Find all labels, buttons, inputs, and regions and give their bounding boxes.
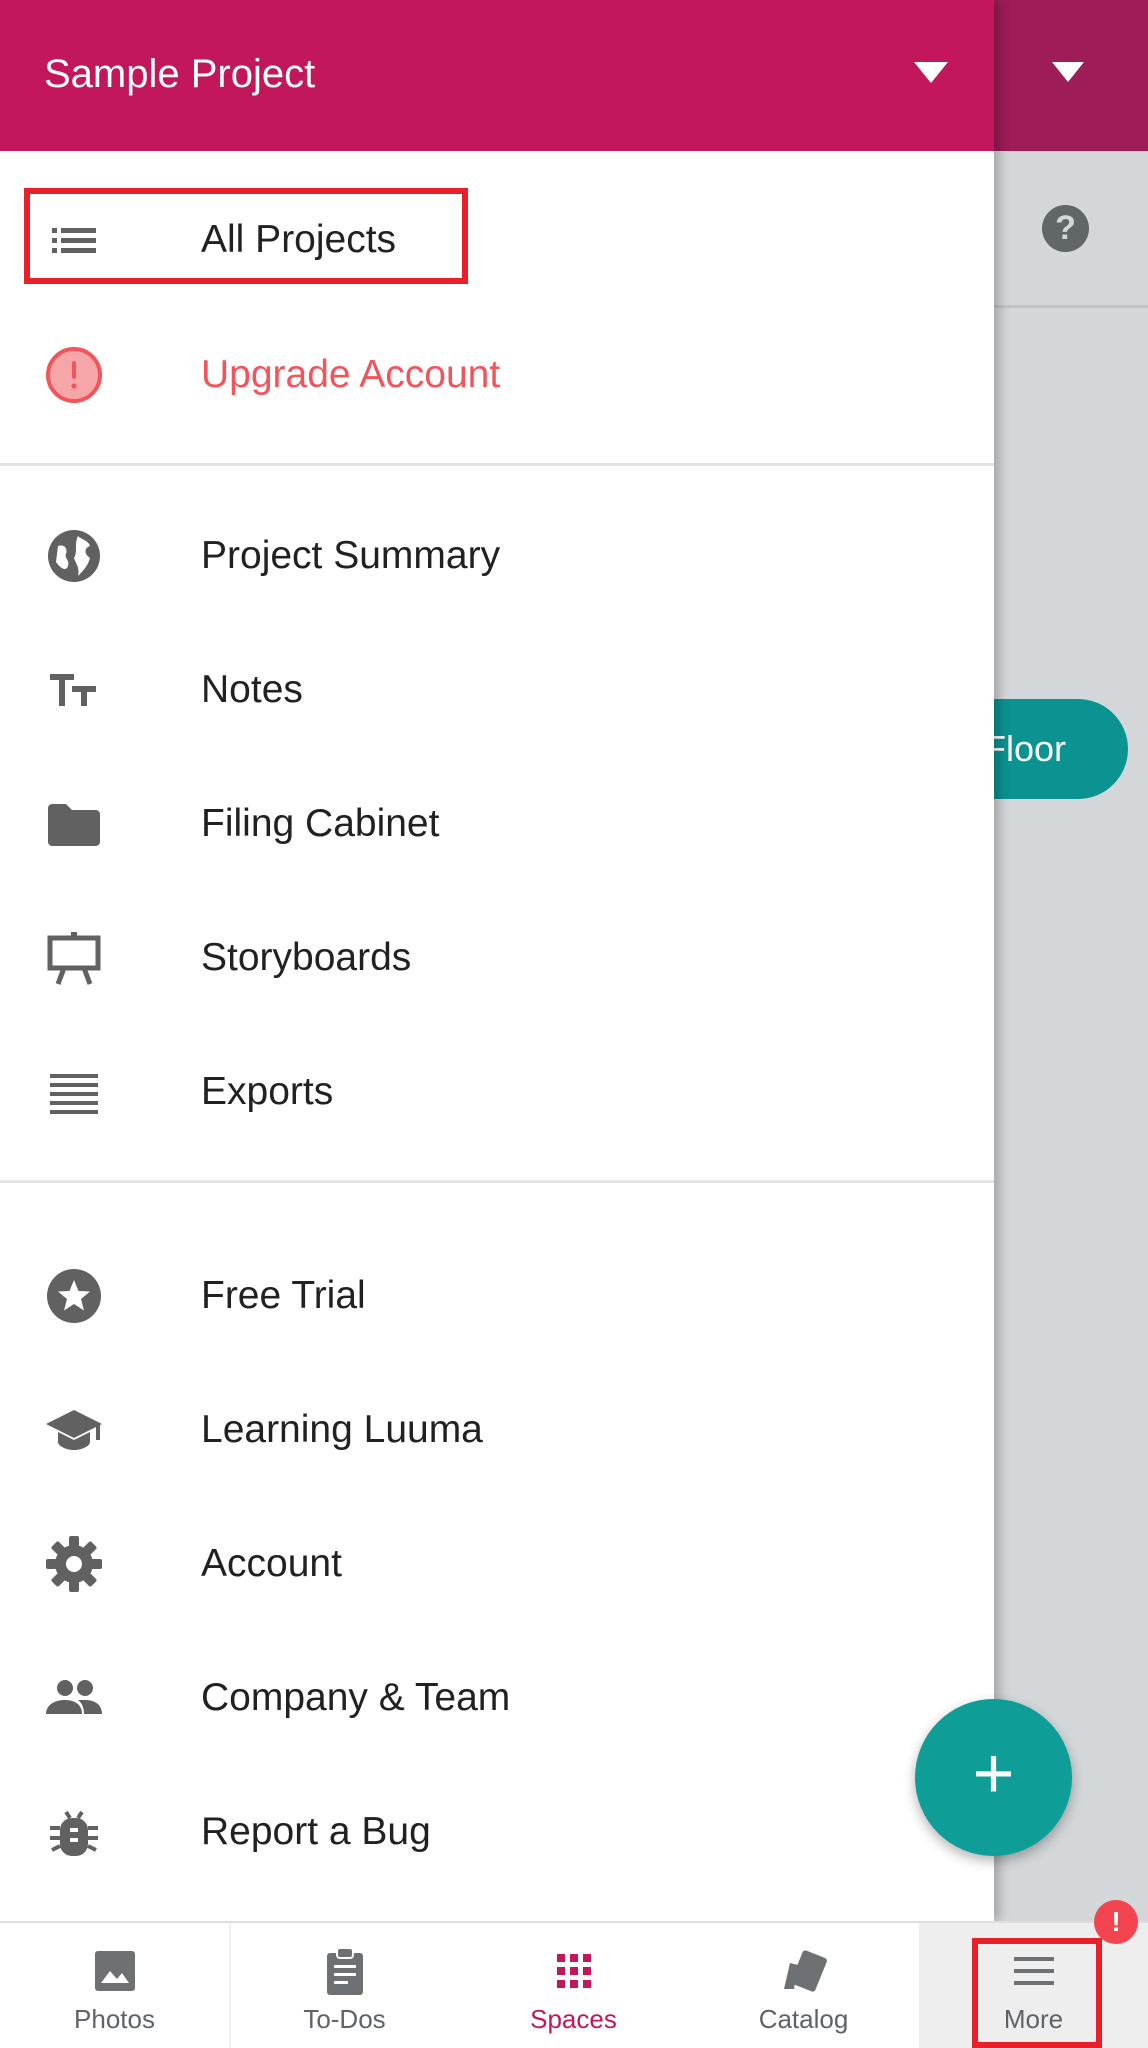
menu-item-learning-luuma[interactable]: Learning Luuma: [0, 1370, 994, 1490]
menu-label: Filing Cabinet: [201, 802, 440, 845]
grid-icon: [548, 1945, 600, 1997]
nav-item-photos[interactable]: Photos: [0, 1923, 229, 2048]
divider: [0, 1180, 994, 1183]
menu-label: Exports: [201, 1070, 334, 1113]
menu-item-company-team[interactable]: Company & Team: [0, 1638, 994, 1758]
hamburger-icon: [1008, 1945, 1060, 1997]
bug-icon: [44, 1802, 104, 1862]
easel-icon: [44, 928, 104, 988]
nav-item-todos[interactable]: To-Dos: [230, 1923, 459, 2048]
lines-icon: [44, 1062, 104, 1122]
menu-label: Report a Bug: [201, 1810, 431, 1853]
help-icon[interactable]: ?: [1042, 205, 1089, 252]
menu-label: Free Trial: [201, 1274, 366, 1317]
menu-item-project-summary[interactable]: Project Summary: [0, 496, 994, 616]
menu-item-account[interactable]: Account: [0, 1504, 994, 1624]
menu-item-report-bug[interactable]: Report a Bug: [0, 1772, 994, 1892]
menu-item-notes[interactable]: Notes: [0, 630, 994, 750]
menu-label: Company & Team: [201, 1676, 511, 1719]
caret-down-icon[interactable]: [914, 62, 948, 83]
background-caret-down-icon[interactable]: [1052, 62, 1084, 82]
add-fab-button[interactable]: +: [915, 1699, 1072, 1856]
clipboard-icon: [319, 1945, 371, 1997]
nav-label: Spaces: [530, 2004, 617, 2034]
list-icon: [44, 210, 104, 270]
menu-label: Project Summary: [201, 534, 501, 577]
menu-label: Storyboards: [201, 936, 412, 979]
gear-icon: [44, 1534, 104, 1594]
background-divider: [994, 305, 1148, 308]
graduation-cap-icon: [44, 1400, 104, 1460]
nav-label: To-Dos: [303, 2004, 386, 2034]
menu-item-filing-cabinet[interactable]: Filing Cabinet: [0, 764, 994, 884]
star-circle-icon: [44, 1266, 104, 1326]
nav-label: Catalog: [758, 2004, 849, 2034]
notification-badge: !: [1094, 1900, 1138, 1944]
globe-icon: [44, 526, 104, 586]
menu-label: Notes: [201, 668, 303, 711]
nav-item-catalog[interactable]: Catalog: [689, 1923, 918, 2048]
project-title: Sample Project: [44, 52, 316, 96]
menu-label: Account: [201, 1542, 342, 1585]
alert-circle-icon: [44, 345, 104, 405]
people-icon: [44, 1668, 104, 1728]
nav-label: More: [1003, 2004, 1064, 2034]
folder-icon: [44, 794, 104, 854]
menu-label: All Projects: [201, 218, 397, 261]
menu-item-all-projects[interactable]: All Projects: [0, 180, 994, 300]
menu-item-upgrade-account[interactable]: Upgrade Account: [0, 315, 994, 435]
nav-item-spaces[interactable]: Spaces: [459, 1923, 688, 2048]
divider: [0, 463, 994, 466]
nav-label: Photos: [74, 2004, 155, 2034]
menu-item-storyboards[interactable]: Storyboards: [0, 898, 994, 1018]
menu-item-free-trial[interactable]: Free Trial: [0, 1236, 994, 1356]
menu-item-exports[interactable]: Exports: [0, 1032, 994, 1152]
navigation-drawer: Sample Project All Projects Upgrade Acco…: [0, 0, 994, 1921]
image-icon: [89, 1945, 141, 1997]
bottom-navigation: Photos To-Dos Spaces Catalog More: [0, 1921, 1148, 2048]
text-size-icon: [44, 660, 104, 720]
menu-label: Learning Luuma: [201, 1408, 483, 1451]
menu-label: Upgrade Account: [201, 353, 501, 396]
swatch-icon: [778, 1945, 830, 1997]
drawer-header[interactable]: Sample Project: [0, 0, 994, 151]
